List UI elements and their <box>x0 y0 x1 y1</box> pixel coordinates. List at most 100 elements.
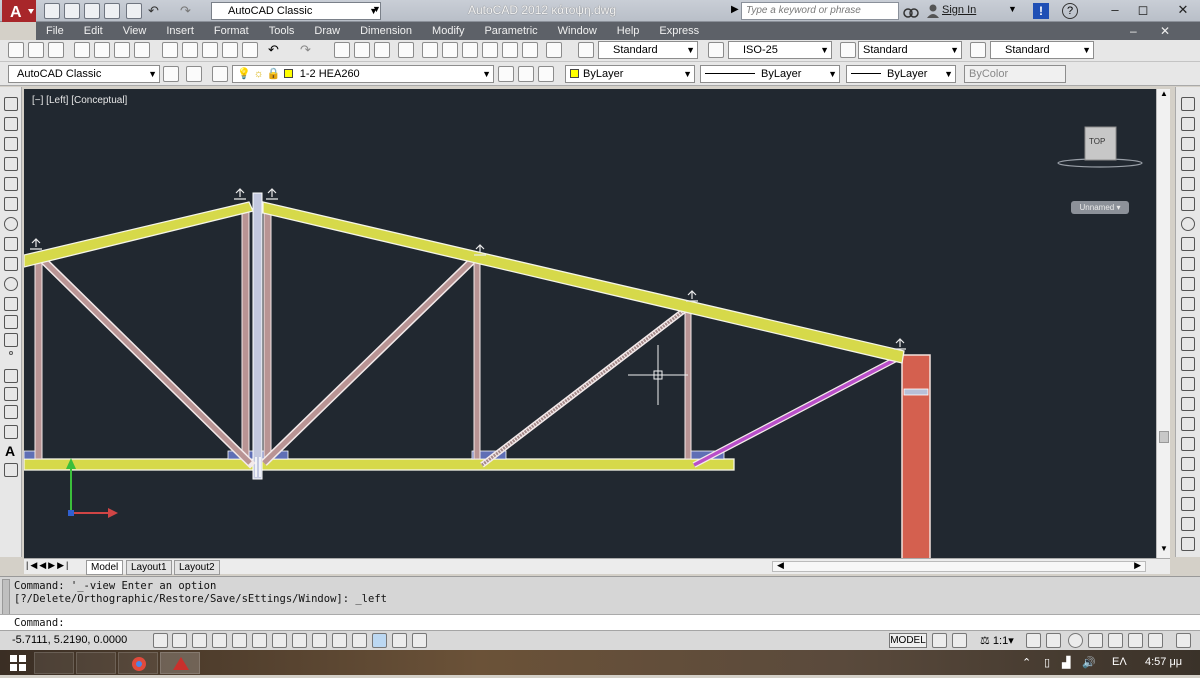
keyboard-icon[interactable] <box>76 652 116 674</box>
object-snap-icon[interactable] <box>252 633 267 648</box>
polygon-icon[interactable] <box>4 157 18 171</box>
match-properties-icon[interactable] <box>222 42 238 58</box>
grid-display-icon[interactable] <box>192 633 207 648</box>
tab-navigation-icons[interactable]: |◀◀▶▶| <box>26 560 70 571</box>
bottom-chord[interactable] <box>24 458 735 471</box>
ellipse-icon[interactable] <box>4 277 18 291</box>
stretch-icon[interactable] <box>1181 257 1195 271</box>
erase-icon[interactable] <box>1181 97 1195 111</box>
top-chord-right[interactable] <box>262 201 905 364</box>
menu-close-icon[interactable]: ✕ <box>1160 24 1170 38</box>
top-chord-left[interactable] <box>24 201 254 268</box>
new-file-icon[interactable] <box>44 3 60 19</box>
command-window-grip[interactable] <box>2 579 10 615</box>
copy-object-icon[interactable] <box>1181 117 1195 131</box>
send-under-icon[interactable] <box>1181 517 1195 531</box>
copy-icon[interactable] <box>182 42 198 58</box>
diagonal-member[interactable] <box>262 259 474 465</box>
multileader-style-select[interactable]: Standard ▼ <box>990 41 1094 59</box>
multiline-text-icon[interactable]: A <box>5 443 15 459</box>
menu-edit[interactable]: Edit <box>74 22 113 40</box>
plotstyle-select[interactable]: ByColor <box>964 65 1066 83</box>
selection-cycling-icon[interactable] <box>412 633 427 648</box>
ortho-mode-icon[interactable] <box>212 633 227 648</box>
snap-mode-icon[interactable] <box>172 633 187 648</box>
status-tray-settings-icon[interactable] <box>1148 633 1163 648</box>
gradient-icon[interactable] <box>4 387 18 401</box>
offset-icon[interactable] <box>1181 157 1195 171</box>
polyline-icon[interactable] <box>4 137 18 151</box>
column[interactable] <box>901 354 931 558</box>
workspace-select[interactable]: AutoCAD Classic ▼ <box>211 2 381 20</box>
quick-properties-icon[interactable] <box>392 633 407 648</box>
vertical-member[interactable] <box>473 258 481 460</box>
annotation-visibility-icon[interactable] <box>1026 633 1041 648</box>
workspace-save-icon[interactable] <box>186 66 202 82</box>
3d-dwf-icon[interactable] <box>134 42 150 58</box>
command-line-input[interactable]: Command: <box>0 614 1200 630</box>
rectangle-icon[interactable] <box>4 177 18 191</box>
workspace-settings-icon[interactable] <box>163 66 179 82</box>
menu-window[interactable]: Window <box>548 22 607 40</box>
design-center-icon[interactable] <box>442 42 458 58</box>
3d-object-snap-icon[interactable] <box>272 633 287 648</box>
quick-view-drawings-icon[interactable] <box>952 633 967 648</box>
menu-minimize-icon[interactable]: – <box>1130 24 1137 38</box>
menu-help[interactable]: Help <box>607 22 650 40</box>
save-as-icon[interactable] <box>104 3 120 19</box>
pan-icon[interactable] <box>334 42 350 58</box>
bring-above-icon[interactable] <box>1181 497 1195 511</box>
language-indicator[interactable]: ΕΛ <box>1112 656 1127 668</box>
scroll-down-icon[interactable]: ▼ <box>1160 544 1168 553</box>
region-icon[interactable] <box>4 405 18 419</box>
explode-icon[interactable] <box>1181 437 1195 451</box>
plot-icon[interactable] <box>126 3 142 19</box>
workspace-switching-icon[interactable] <box>1068 633 1083 648</box>
dynamic-input-icon[interactable] <box>332 633 347 648</box>
help-icon[interactable] <box>546 42 562 58</box>
mirror-icon[interactable] <box>1181 137 1195 151</box>
object-snap-tracking-icon[interactable] <box>292 633 307 648</box>
viewcube[interactable] <box>1057 126 1143 168</box>
clean-screen-icon[interactable] <box>1176 633 1191 648</box>
scroll-up-icon[interactable]: ▲ <box>1160 89 1168 98</box>
ellipse-arc-icon[interactable] <box>4 297 18 311</box>
scroll-right-icon[interactable]: ▶ <box>1134 560 1141 571</box>
vertical-member[interactable] <box>263 203 272 460</box>
trim-icon[interactable] <box>1181 277 1195 291</box>
zoom-realtime-icon[interactable] <box>354 42 370 58</box>
vertical-scrollbar[interactable]: ▲ ▼ <box>1156 89 1170 558</box>
layer-properties-icon[interactable] <box>212 66 228 82</box>
text-style-icon[interactable] <box>578 42 594 58</box>
windows-start-icon[interactable] <box>10 655 26 671</box>
workspace-select[interactable]: AutoCAD Classic ▼ <box>8 65 160 83</box>
hatch-icon[interactable] <box>4 369 18 383</box>
scrollbar-thumb[interactable] <box>1159 431 1169 443</box>
tool-palettes-icon[interactable] <box>462 42 478 58</box>
quick-view-layouts-icon[interactable] <box>932 633 947 648</box>
sign-in-link[interactable]: Sign In <box>942 4 976 16</box>
add-selected-icon[interactable] <box>4 463 18 477</box>
menu-file[interactable]: File <box>36 22 74 40</box>
infer-constraints-icon[interactable] <box>153 633 168 648</box>
search-expand-icon[interactable]: ▶ <box>731 4 739 15</box>
menu-parametric[interactable]: Parametric <box>474 22 547 40</box>
blend-curves-icon[interactable] <box>1181 417 1195 431</box>
model-button[interactable]: MODEL <box>889 633 927 648</box>
arc-icon[interactable] <box>4 197 18 211</box>
menu-tools[interactable]: Tools <box>259 22 305 40</box>
lineweight-select[interactable]: ByLayer ▼ <box>846 65 956 83</box>
signin-dropdown-icon[interactable]: ▼ <box>1008 4 1017 14</box>
menu-express[interactable]: Express <box>649 22 709 40</box>
open-file-icon[interactable] <box>64 3 80 19</box>
volume-icon[interactable]: 🔊 <box>1082 656 1096 669</box>
isolate-objects-icon[interactable] <box>1128 633 1143 648</box>
array-icon[interactable] <box>1181 177 1195 191</box>
line-icon[interactable] <box>4 97 18 111</box>
draworder-front-icon[interactable] <box>1181 457 1195 471</box>
redo-icon[interactable]: ↷ <box>180 3 191 19</box>
lineweight-icon[interactable] <box>352 633 367 648</box>
tab-layout2[interactable]: Layout2 <box>174 560 220 575</box>
spline-icon[interactable] <box>4 257 18 271</box>
linetype-select[interactable]: ByLayer ▼ <box>700 65 840 83</box>
